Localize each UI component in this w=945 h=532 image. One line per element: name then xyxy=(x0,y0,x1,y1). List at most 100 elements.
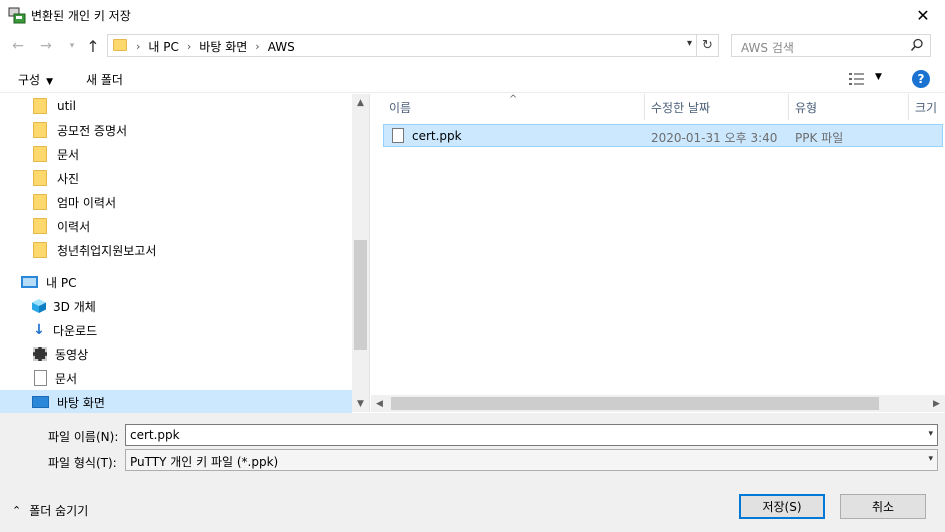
column-header-label: 크기 xyxy=(915,100,938,115)
tree-item-folder[interactable]: 이력서 xyxy=(0,214,352,238)
scroll-up-icon[interactable]: ▲ xyxy=(352,94,369,111)
filename-label: 파일 이름(N): xyxy=(48,430,119,444)
chevron-down-icon[interactable]: ▾ xyxy=(687,38,692,49)
chevron-down-icon[interactable]: ▾ xyxy=(928,429,933,439)
folder-icon xyxy=(33,242,47,258)
tree-item-label: 내 PC xyxy=(46,275,77,290)
column-header-date[interactable]: 수정한 날짜 xyxy=(645,94,789,120)
organize-button[interactable]: 구성 ▼ xyxy=(18,71,53,88)
breadcrumb-item[interactable]: 내 PC xyxy=(148,38,178,55)
view-options-icon[interactable] xyxy=(849,72,865,86)
navigation-pane: util 공모전 증명서 문서 사진 엄마 이력서 이력서 청년취업지원보고서 … xyxy=(0,94,370,414)
forward-arrow-icon[interactable]: → xyxy=(36,36,56,56)
folder-icon xyxy=(33,122,47,138)
column-header-label: 수정한 날짜 xyxy=(651,100,711,115)
organize-label: 구성 xyxy=(18,73,41,87)
tree-item-videos[interactable]: 동영상 xyxy=(0,342,352,366)
scroll-left-icon[interactable]: ◀ xyxy=(371,395,388,412)
column-header-label: 이름 xyxy=(389,100,412,115)
file-date: 2020-01-31 오후 3:40 xyxy=(651,131,778,145)
folder-icon xyxy=(33,194,47,210)
tree-item-label: 문서 xyxy=(57,147,80,162)
tree-item-label: util xyxy=(57,99,76,113)
save-button[interactable]: 저장(S) xyxy=(739,494,825,519)
refresh-icon[interactable]: ↻ xyxy=(697,34,719,57)
cube-3d-icon xyxy=(32,299,46,313)
chevron-right-icon[interactable]: › xyxy=(255,40,259,53)
tree-item-util[interactable]: util xyxy=(0,94,352,118)
breadcrumb: › 내 PC › 바탕 화면 › AWS xyxy=(136,38,295,55)
column-header-size[interactable]: 크기 xyxy=(909,94,945,120)
folder-icon xyxy=(33,146,47,162)
column-header-label: 유형 xyxy=(795,100,818,115)
hide-folders-label: 폴더 숨기기 xyxy=(29,504,89,518)
filename-input[interactable]: cert.ppk ▾ xyxy=(125,424,938,446)
chevron-down-icon[interactable]: ▾ xyxy=(928,454,933,464)
navigation-vertical-scrollbar[interactable]: ▲ ▼ xyxy=(352,94,369,412)
tree-item-folder[interactable]: 청년취업지원보고서 xyxy=(0,238,352,262)
filetype-value: PuTTY 개인 키 파일 (*.ppk) xyxy=(130,455,279,469)
chevron-right-icon: › xyxy=(136,40,141,53)
tree-item-label: 3D 개체 xyxy=(53,299,96,314)
breadcrumb-item[interactable]: 바탕 화면 xyxy=(199,38,247,55)
command-toolbar: 구성 ▼ 새 폴더 ▼ xyxy=(0,63,945,93)
tree-item-label: 다운로드 xyxy=(53,323,98,338)
tree-item-label: 바탕 화면 xyxy=(57,395,105,410)
desktop-icon xyxy=(32,396,49,408)
back-arrow-icon[interactable]: ← xyxy=(8,36,28,56)
file-row[interactable]: cert.ppk 2020-01-31 오후 3:40 PPK 파일 xyxy=(383,124,943,147)
download-arrow-icon: ↓ xyxy=(33,322,45,338)
tree-item-documents[interactable]: 문서 xyxy=(0,366,352,390)
tree-item-label: 사진 xyxy=(57,171,80,186)
tree-item-folder[interactable]: 문서 xyxy=(0,142,352,166)
column-header-name[interactable]: 이름 ^ xyxy=(371,94,645,120)
film-strip-icon xyxy=(33,347,47,361)
recent-locations-chevron-icon[interactable]: ▾ xyxy=(62,36,82,56)
tree-item-folder[interactable]: 사진 xyxy=(0,166,352,190)
caret-down-icon[interactable]: ▼ xyxy=(875,72,882,82)
breadcrumb-item[interactable]: AWS xyxy=(268,40,295,54)
tree-item-desktop[interactable]: 바탕 화면 xyxy=(0,390,352,414)
folder-icon xyxy=(113,39,127,51)
tree-item-folder[interactable]: 공모전 증명서 xyxy=(0,118,352,142)
scroll-right-icon[interactable]: ▶ xyxy=(928,395,945,412)
scrollbar-thumb[interactable] xyxy=(354,240,367,350)
search-input[interactable]: AWS 검색 xyxy=(731,34,931,57)
search-icon[interactable] xyxy=(910,38,924,52)
putty-app-icon xyxy=(8,7,26,24)
hide-folders-toggle[interactable]: ⌃ 폴더 숨기기 xyxy=(12,502,88,519)
tree-item-label: 이력서 xyxy=(57,219,91,234)
new-folder-button[interactable]: 새 폴더 xyxy=(86,71,123,88)
column-header-type[interactable]: 유형 xyxy=(789,94,909,120)
filename-value: cert.ppk xyxy=(130,428,180,442)
filetype-select[interactable]: PuTTY 개인 키 파일 (*.ppk) ▾ xyxy=(125,449,938,471)
caret-down-icon: ▼ xyxy=(46,77,54,87)
window-title: 변환된 개인 키 저장 xyxy=(31,9,131,23)
up-arrow-icon[interactable]: ↑ xyxy=(83,36,103,56)
file-type: PPK 파일 xyxy=(795,131,844,145)
title-bar: 변환된 개인 키 저장 ✕ xyxy=(0,0,945,30)
sort-ascending-icon: ^ xyxy=(509,94,518,105)
chevron-up-icon: ⌃ xyxy=(12,504,22,517)
cancel-button[interactable]: 취소 xyxy=(840,494,926,519)
tree-item-label: 청년취업지원보고서 xyxy=(57,243,157,258)
scrollbar-thumb[interactable] xyxy=(391,397,879,410)
tree-item-folder[interactable]: 엄마 이력서 xyxy=(0,190,352,214)
chevron-right-icon[interactable]: › xyxy=(187,40,191,53)
folder-icon xyxy=(33,170,47,186)
tree-item-label: 문서 xyxy=(55,371,78,386)
scroll-down-icon[interactable]: ▼ xyxy=(352,395,369,412)
file-name: cert.ppk xyxy=(412,129,462,143)
folder-icon xyxy=(33,98,47,114)
tree-item-this-pc[interactable]: 내 PC xyxy=(0,270,352,294)
close-button[interactable]: ✕ xyxy=(901,0,945,30)
tree-item-3d-objects[interactable]: 3D 개체 xyxy=(0,294,352,318)
tree-item-label: 동영상 xyxy=(55,347,89,362)
address-bar[interactable]: › 내 PC › 바탕 화면 › AWS ▾ xyxy=(107,34,697,57)
save-form-panel: 파일 이름(N): cert.ppk ▾ 파일 형식(T): PuTTY 개인 … xyxy=(0,413,945,532)
tree-item-label: 엄마 이력서 xyxy=(57,195,117,210)
help-icon[interactable]: ? xyxy=(912,70,930,88)
tree-item-downloads[interactable]: ↓ 다운로드 xyxy=(0,318,352,342)
filetype-label: 파일 형식(T): xyxy=(48,456,117,470)
file-list-horizontal-scrollbar[interactable]: ◀ ▶ xyxy=(371,395,945,412)
